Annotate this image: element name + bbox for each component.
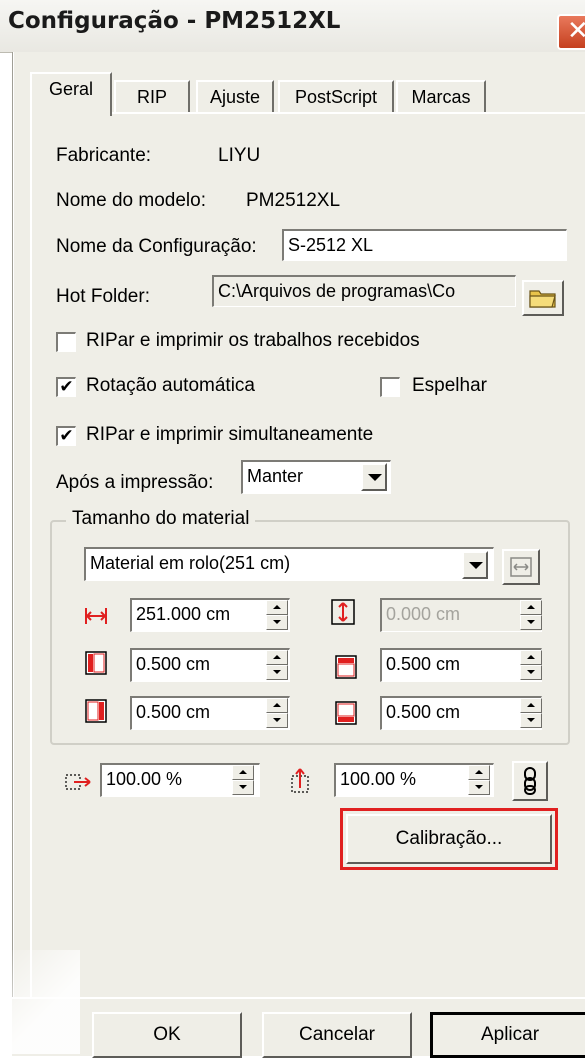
config-name-label: Nome da Configuração: [56, 236, 257, 257]
mirror-checkbox[interactable] [380, 377, 400, 397]
rip-print-simultaneous-label: RIPar e imprimir simultaneamente [86, 424, 374, 445]
rip-print-received-label: RIPar e imprimir os trabalhos recebidos [86, 330, 420, 351]
mirror-label: Espelhar [412, 375, 487, 396]
auto-rotation-label: Rotação automática [86, 375, 255, 396]
tab-geral[interactable]: Geral [30, 72, 112, 116]
margin-bottom-icon [335, 701, 357, 725]
tab-rip[interactable]: RIP [114, 80, 190, 114]
height-icon [331, 599, 355, 625]
model-value: PM2512XL [246, 190, 341, 211]
calibration-highlight [340, 808, 558, 870]
width-icon [85, 608, 107, 624]
media-size-title: Tamanho do material [66, 508, 256, 530]
folder-icon [529, 290, 556, 308]
margin-left-icon [85, 651, 107, 675]
close-icon: ✕ [567, 16, 585, 46]
chain-link-icon [524, 767, 536, 795]
manufacturer-label: Fabricante: [56, 145, 152, 166]
margin-top-icon [335, 655, 357, 679]
ok-button[interactable]: OK [92, 1012, 242, 1058]
cancel-button[interactable]: Cancelar [262, 1012, 412, 1058]
height-input[interactable]: 0.000 cm [380, 598, 542, 632]
margin-top-input[interactable]: 0.500 cm [380, 648, 542, 682]
margin-left-spinner[interactable] [266, 650, 288, 680]
rip-print-simultaneous-checkbox[interactable]: ✔ [56, 426, 76, 446]
margin-right-icon [85, 699, 107, 723]
scale-vertical-icon [291, 768, 309, 793]
manufacturer-value: LIYU [218, 145, 261, 166]
scale-horizontal-icon [65, 774, 91, 790]
tab-ajuste[interactable]: Ajuste [196, 80, 274, 114]
media-fit-button[interactable] [502, 549, 540, 585]
margin-bottom-spinner[interactable] [520, 698, 542, 728]
window-title: Configuração - PM2512XL [8, 8, 341, 34]
config-name-input[interactable]: S-2512 XL [282, 229, 567, 261]
close-button[interactable]: ✕ [557, 14, 585, 50]
rip-print-received-checkbox[interactable] [56, 332, 76, 352]
apply-button[interactable]: Aplicar [430, 1012, 585, 1058]
hot-folder-label: Hot Folder: [56, 286, 150, 307]
scale-horizontal-spinner[interactable] [232, 765, 254, 795]
corner-fade [0, 950, 80, 1054]
after-print-label: Após a impressão: [56, 472, 214, 493]
margin-top-spinner[interactable] [520, 650, 542, 680]
hot-folder-input[interactable]: C:\Arquivos de programas\Co [212, 275, 516, 307]
margin-bottom-input[interactable]: 0.500 cm [380, 696, 542, 730]
model-label: Nome do modelo: [56, 190, 206, 211]
margin-right-spinner[interactable] [266, 698, 288, 728]
media-select[interactable]: Material em rolo(251 cm) [84, 547, 494, 581]
dialog-border [12, 52, 13, 1054]
after-print-dropdown-arrow[interactable] [361, 463, 387, 491]
fit-width-icon [510, 557, 532, 577]
height-spinner[interactable] [520, 600, 542, 630]
media-dropdown-arrow[interactable] [462, 551, 488, 579]
tab-marcas[interactable]: Marcas [396, 80, 486, 114]
link-scale-button[interactable] [512, 761, 548, 801]
browse-folder-button[interactable] [522, 280, 564, 316]
auto-rotation-checkbox[interactable]: ✔ [56, 377, 76, 397]
width-spinner[interactable] [266, 600, 288, 630]
scale-vertical-spinner[interactable] [468, 765, 490, 795]
tab-postscript[interactable]: PostScript [278, 80, 394, 114]
